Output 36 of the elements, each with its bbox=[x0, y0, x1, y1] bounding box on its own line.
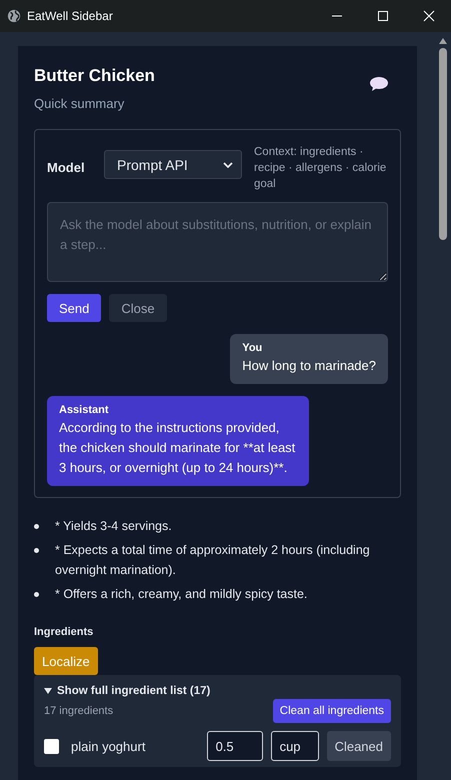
summary-point: * Offers a rich, creamy, and mildly spicy taste. bbox=[55, 586, 308, 603]
ingredient-count: 17 ingredients bbox=[44, 705, 114, 717]
globe-icon bbox=[7, 9, 21, 23]
chevron-down-icon bbox=[223, 162, 233, 168]
speech-bubble-icon[interactable] bbox=[369, 76, 389, 92]
summary-point: * Expects a total time of approximately 2 hours (including overnight marination). bbox=[55, 542, 371, 579]
message-text: According to the instructions provided, the chicken should marinate for **at least 3 hours, or overnight (up to 24 hours)**. bbox=[59, 419, 296, 477]
bullet-icon bbox=[34, 592, 39, 597]
scrollbar-thumb[interactable] bbox=[438, 48, 446, 240]
context-note: Context: ingredients · recipe · allergens · calorie goal bbox=[254, 145, 388, 192]
recipe-title: Butter Chicken bbox=[34, 66, 155, 86]
amount-field[interactable]: 0.5 bbox=[206, 731, 263, 761]
ingredient-list-toggle[interactable]: Show full ingredient list (17) bbox=[44, 685, 391, 697]
model-label: Model bbox=[47, 160, 86, 175]
summary-point: * Yields 3-4 servings. bbox=[55, 518, 173, 535]
model-select[interactable]: Prompt API bbox=[104, 150, 242, 179]
message-author: Assistant bbox=[59, 404, 110, 416]
unit-field[interactable]: cup bbox=[270, 731, 319, 761]
ingredient-checkbox[interactable] bbox=[44, 738, 59, 754]
clean-all-button[interactable]: Clean all ingredients bbox=[272, 699, 391, 723]
message-text: How long to marinade? bbox=[242, 357, 376, 375]
question-field[interactable]: Ask the model about substitutions, nutrition, or explain a step... bbox=[47, 202, 388, 282]
scroll-up-icon[interactable] bbox=[438, 38, 446, 44]
bullet-icon bbox=[34, 548, 39, 553]
send-button[interactable]: Send bbox=[47, 294, 102, 322]
message-author: You bbox=[242, 342, 264, 354]
close-icon[interactable] bbox=[423, 10, 435, 22]
triangle-down-icon bbox=[44, 687, 52, 695]
close-button[interactable]: Close bbox=[109, 294, 167, 322]
window-title: EatWell Sidebar bbox=[27, 9, 113, 23]
bullet-icon bbox=[34, 524, 39, 529]
ingredient-name: plain yoghurt bbox=[71, 738, 146, 754]
cleaned-button[interactable]: Cleaned bbox=[326, 731, 391, 761]
section-heading: Ingredients bbox=[34, 626, 94, 638]
maximize-icon[interactable] bbox=[377, 10, 389, 22]
subtitle: Quick summary bbox=[34, 96, 126, 111]
